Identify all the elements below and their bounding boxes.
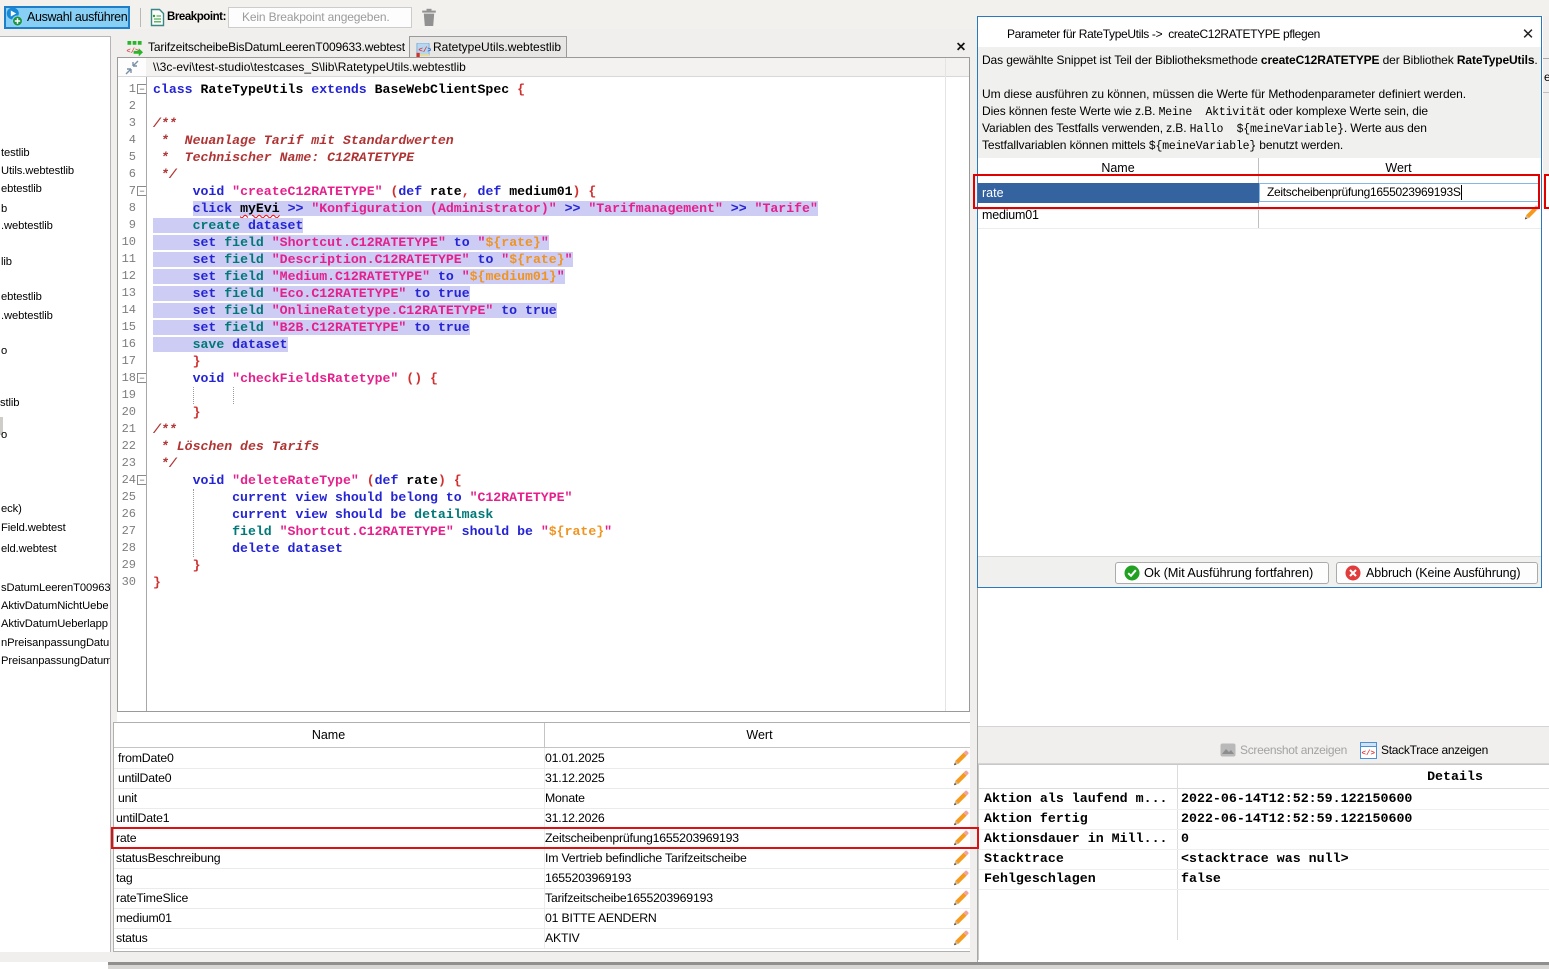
svg-text:</>: </> <box>1362 750 1376 758</box>
svg-text:</>: </> <box>418 47 431 55</box>
